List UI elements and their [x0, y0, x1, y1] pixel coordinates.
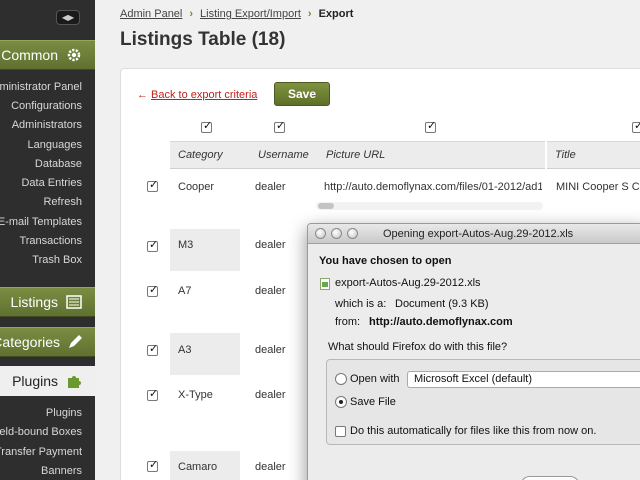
sidebar-item-email-templates[interactable]: E-mail Templates: [0, 215, 82, 229]
sidebar-section-label: Categories: [0, 334, 60, 350]
cell-category: A3: [178, 344, 192, 356]
sidebar-section-listings[interactable]: Listings: [0, 287, 95, 317]
column-checkbox-picture-url[interactable]: [425, 119, 436, 133]
gear-icon: [65, 46, 83, 64]
sidebar-section-common[interactable]: Common: [0, 40, 95, 70]
dialog-titlebar[interactable]: Opening export-Autos-Aug.29-2012.xls: [308, 224, 640, 244]
cell-username: dealer: [255, 181, 286, 193]
cell-category: Cooper: [178, 181, 215, 193]
sidebar-section-plugins[interactable]: Plugins: [0, 366, 95, 396]
cell-username: dealer: [255, 389, 286, 401]
sidebar-collapse-button[interactable]: ◀▶: [56, 10, 80, 25]
dialog-title: Opening export-Autos-Aug.29-2012.xls: [383, 228, 574, 240]
save-file-radio[interactable]: [335, 396, 347, 408]
cell-username: dealer: [255, 239, 286, 251]
row-checkbox[interactable]: [147, 283, 158, 297]
column-checkbox-category[interactable]: [201, 119, 212, 133]
sidebar-item-transactions[interactable]: Transactions: [19, 234, 82, 248]
sidebar-item-data-entries[interactable]: Data Entries: [21, 176, 82, 190]
back-link-label: Back to export criteria: [151, 89, 258, 101]
file-source-value: http://auto.demoflynax.com: [369, 316, 513, 328]
cell-category: X-Type: [178, 389, 213, 401]
cell-username: dealer: [255, 344, 286, 356]
sidebar-item-trash-box[interactable]: Trash Box: [32, 253, 82, 267]
file-source-label: from:: [335, 316, 361, 328]
spreadsheet-file-icon: [320, 278, 330, 290]
save-button[interactable]: Save: [274, 82, 330, 106]
file-type-value: Document (9.3 KB): [395, 298, 489, 310]
breadcrumb-listing-export-import[interactable]: Listing Export/Import: [200, 8, 301, 20]
sidebar-item-configurations[interactable]: Configurations: [11, 99, 82, 113]
column-header-title[interactable]: Title: [547, 141, 640, 169]
cell-username: dealer: [255, 461, 286, 473]
page-title: Listings Table (18): [120, 29, 286, 50]
cell-picture-url: http://auto.demoflynax.com/files/01-2012…: [324, 181, 542, 193]
breadcrumb: Admin Panel › Listing Export/Import › Export: [120, 8, 353, 20]
arrow-left-icon: ←: [137, 89, 148, 101]
cell-username: dealer: [255, 285, 286, 297]
minimize-window-button[interactable]: [331, 228, 342, 239]
sidebar: ◀▶ Common Administrator Panel Configurat…: [0, 0, 95, 480]
save-file-label: Save File: [350, 396, 396, 408]
row-checkbox[interactable]: [147, 178, 158, 192]
column-checkbox-username[interactable]: [274, 119, 285, 133]
row-checkbox[interactable]: [147, 342, 158, 356]
open-file-dialog: Opening export-Autos-Aug.29-2012.xls You…: [307, 223, 640, 480]
close-window-button[interactable]: [315, 228, 326, 239]
dialog-question: What should Firefox do with this file?: [328, 341, 508, 353]
dialog-heading: You have chosen to open: [319, 255, 452, 267]
file-type-label: which is a:: [335, 298, 387, 310]
open-with-label: Open with: [350, 373, 400, 385]
breadcrumb-admin-panel[interactable]: Admin Panel: [120, 8, 182, 20]
dialog-file-name: export-Autos-Aug.29-2012.xls: [335, 277, 481, 289]
sidebar-item-refresh[interactable]: Refresh: [43, 195, 82, 209]
cell-category: M3: [178, 239, 194, 251]
listings-icon: [65, 293, 83, 311]
column-header-category[interactable]: Category: [170, 141, 250, 169]
back-to-export-criteria-link[interactable]: ← Back to export criteria: [137, 89, 257, 101]
sidebar-section-label: Plugins: [12, 373, 58, 389]
dialog-cancel-button[interactable]: [520, 476, 580, 480]
sidebar-item-administrators[interactable]: Administrators: [12, 118, 82, 132]
sidebar-item-languages[interactable]: Languages: [28, 138, 82, 152]
sidebar-section-label: Listings: [10, 294, 58, 310]
open-with-app-select[interactable]: Microsoft Excel (default): [407, 371, 640, 388]
cell-title: MINI Cooper S Co: [556, 181, 640, 193]
breadcrumb-current: Export: [318, 8, 354, 20]
sidebar-item-database[interactable]: Database: [35, 157, 82, 171]
pencil-icon: [67, 333, 83, 351]
scrollbar-thumb[interactable]: [318, 203, 334, 209]
chevron-right-icon: ›: [307, 8, 312, 20]
do-automatically-checkbox[interactable]: [335, 426, 346, 437]
zoom-window-button[interactable]: [347, 228, 358, 239]
row-checkbox[interactable]: [147, 238, 158, 252]
column-checkbox-title[interactable]: [632, 119, 640, 133]
sidebar-item-plugins[interactable]: Plugins: [46, 406, 82, 420]
sidebar-item-field-bound-boxes[interactable]: Field-bound Boxes: [0, 425, 82, 439]
open-with-radio[interactable]: [335, 373, 347, 385]
row-checkbox[interactable]: [147, 458, 158, 472]
puzzle-icon: [65, 372, 83, 390]
chevron-right-icon: ›: [189, 8, 194, 20]
column-header-picture-url[interactable]: Picture URL: [318, 141, 545, 169]
sidebar-item-banners[interactable]: Banners: [41, 464, 82, 478]
sidebar-item-administrator-panel[interactable]: Administrator Panel: [0, 80, 82, 94]
sidebar-item-transfer-payment[interactable]: Transfer Payment: [0, 445, 82, 459]
sidebar-section-categories[interactable]: Categories: [0, 327, 95, 357]
sidebar-section-label: Common: [1, 47, 58, 63]
row-checkbox[interactable]: [147, 387, 158, 401]
cell-category: Camaro: [178, 461, 218, 473]
column-header-username[interactable]: Username: [250, 141, 318, 169]
cell-horizontal-scrollbar[interactable]: [316, 202, 543, 210]
do-automatically-label: Do this automatically for files like thi…: [350, 425, 597, 437]
cell-category: A7: [178, 285, 192, 297]
